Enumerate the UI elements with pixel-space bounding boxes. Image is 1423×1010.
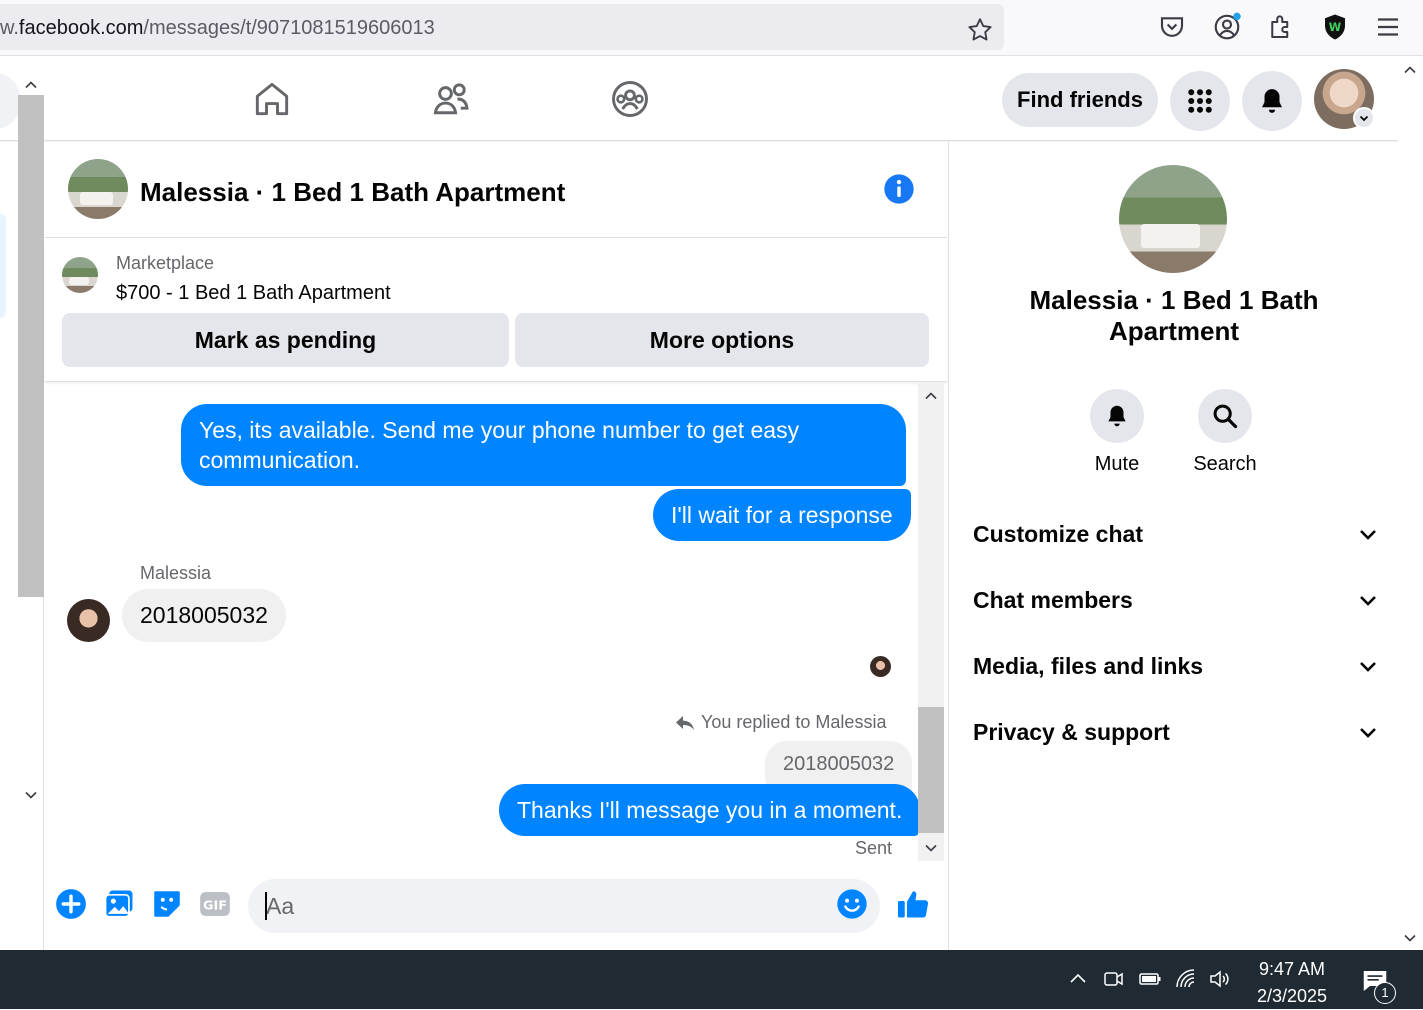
chevron-up-icon[interactable] [1066,967,1090,991]
search-action[interactable]: Search [1170,389,1280,476]
scroll-up-arrow-icon[interactable] [924,389,938,403]
listing-photo[interactable] [68,159,128,219]
menu-button[interactable] [1170,71,1230,131]
message-bubble-incoming[interactable]: 2018005032 [122,589,286,642]
scroll-down-arrow-icon[interactable] [924,841,938,855]
add-plus-icon[interactable] [54,887,88,921]
find-friends-button[interactable]: Find friends [1002,73,1158,127]
media-files-links-section[interactable]: Media, files and links [973,646,1379,686]
clock-time: 9:47 AM [1258,959,1326,979]
marketplace-banner: Marketplace $700 - 1 Bed 1 Bath Apartmen… [45,239,947,382]
facebook-top-nav: Find friends [0,57,1398,141]
scroll-down-arrow-icon[interactable] [24,788,38,802]
selected-chat-highlight [0,214,6,318]
volume-icon[interactable] [1208,967,1232,991]
chevron-down-icon [1360,530,1376,540]
chevron-down-icon [1360,596,1376,606]
bookmark-star-icon[interactable] [966,16,994,44]
reply-context-text: You replied to Malessia [701,712,887,732]
friends-icon[interactable] [429,77,473,121]
listing-title[interactable]: $700 - 1 Bed 1 Bath Apartment [116,282,391,305]
thumbs-up-icon[interactable] [895,886,931,922]
message-bubble-outgoing[interactable]: Yes, its available. Send me your phone n… [181,404,906,486]
account-menu-chevron-icon[interactable] [1353,107,1375,129]
extensions-icon[interactable] [1266,12,1296,42]
pocket-icon[interactable] [1157,12,1187,42]
chat-list-scroll-thumb[interactable] [18,95,44,597]
conversation-photo[interactable] [1119,165,1227,273]
battery-icon[interactable] [1138,967,1162,991]
privacy-support-section[interactable]: Privacy & support [973,712,1379,752]
account-icon[interactable] [1212,12,1242,42]
message-thread: Yes, its available. Send me your phone n… [45,383,947,863]
search-icon [1213,404,1238,429]
seen-receipt-avatar [870,656,891,677]
listing-thumbnail[interactable] [62,257,98,293]
groups-icon[interactable] [608,77,652,121]
address-bar[interactable]: w.facebook.com/messages/t/90710815196060… [0,4,1004,50]
conversation-info-title: Malessia · 1 Bed 1 Bath Apartment [1029,285,1319,346]
message-composer: GIF [45,872,947,942]
svg-text:W: W [1329,21,1342,34]
emoji-icon[interactable] [836,888,868,920]
search-label: Search [1193,453,1257,475]
notifications-button[interactable] [1242,71,1302,131]
message-bubble-outgoing[interactable]: Thanks I'll message you in a moment. [499,784,921,836]
text-caret [265,892,267,920]
customize-chat-section[interactable]: Customize chat [973,514,1379,554]
clock-date: 2/3/2025 [1256,986,1328,1006]
browser-toolbar: w.facebook.com/messages/t/90710815196060… [0,0,1423,56]
chevron-down-icon [1360,662,1376,672]
search-button[interactable] [1198,389,1252,443]
info-icon[interactable] [883,173,915,205]
conversation-title[interactable]: Malessia · 1 Bed 1 Bath Apartment [140,177,565,208]
reply-arrow-icon [676,715,694,730]
reply-context: You replied to Malessia [675,712,886,733]
home-icon[interactable] [250,77,294,121]
thread-scrollbar[interactable] [918,383,944,861]
message-status: Sent [855,838,893,858]
message-input[interactable] [248,879,880,933]
search-box-edge[interactable] [0,73,20,129]
section-label: Media, files and links [973,652,1204,679]
section-label: Chat members [973,586,1133,613]
mute-label: Mute [1094,453,1140,475]
sender-name: Malessia [140,563,212,583]
apps-grid-icon [1188,89,1212,113]
url-text: w.facebook.com/messages/t/90710815196060… [0,17,435,39]
scroll-down-arrow-icon[interactable] [1403,931,1417,945]
conversation-header: Malessia · 1 Bed 1 Bath Apartment [45,142,947,238]
sticker-icon[interactable] [150,887,184,921]
message-bubble-outgoing[interactable]: I'll wait for a response [653,489,911,541]
bell-icon [1108,405,1126,427]
gif-icon[interactable]: GIF [198,887,232,921]
conversation-info-panel: Malessia · 1 Bed 1 Bath Apartment Mute S… [948,142,1398,950]
photo-icon[interactable] [102,887,136,921]
mark-as-pending-button[interactable]: Mark as pending [62,313,509,367]
mute-action[interactable]: Mute [1062,389,1172,476]
bell-icon [1262,89,1282,113]
section-label: Privacy & support [973,718,1170,745]
conversation-panel: Malessia · 1 Bed 1 Bath Apartment Market… [45,142,947,950]
windows-taskbar: 9:47 AM 2/3/2025 1 [0,950,1423,1009]
system-clock[interactable]: 9:47 AM 2/3/2025 [1240,956,1344,1010]
menu-icon[interactable] [1373,12,1403,42]
chevron-down-icon [1360,728,1376,738]
section-label: Customize chat [973,520,1143,547]
scroll-up-arrow-icon[interactable] [24,78,38,92]
scroll-up-arrow-icon[interactable] [1403,63,1417,77]
svg-text:GIF: GIF [203,899,227,914]
thread-scroll-thumb[interactable] [918,707,944,833]
notification-count-badge: 1 [1374,982,1396,1004]
more-options-button[interactable]: More options [515,313,929,367]
mute-button[interactable] [1090,389,1144,443]
sender-avatar[interactable] [67,599,110,642]
page-scrollbar[interactable] [1398,57,1423,950]
marketplace-label: Marketplace [116,253,215,273]
chat-members-section[interactable]: Chat members [973,580,1379,620]
wifi-icon[interactable] [1174,967,1198,991]
shield-extension-icon[interactable]: W [1320,12,1350,42]
meet-now-icon[interactable] [1102,967,1126,991]
